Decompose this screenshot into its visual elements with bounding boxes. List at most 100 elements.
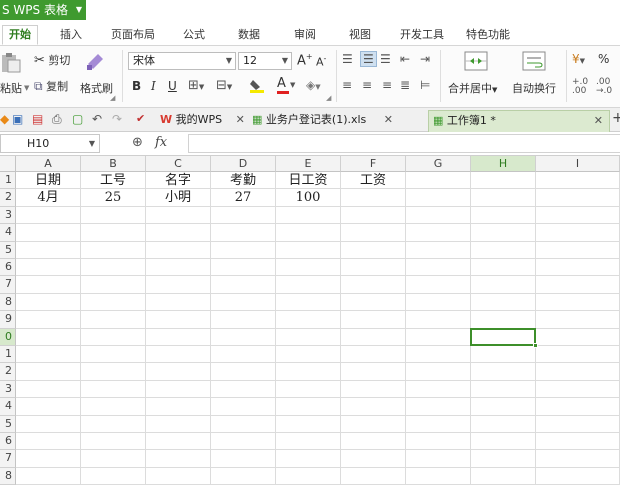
align-bottom-icon[interactable]: ☰ (380, 52, 391, 66)
cell-F13[interactable] (341, 380, 406, 399)
cell-I1[interactable] (536, 172, 620, 190)
cell-A1[interactable]: 日期 (16, 172, 81, 190)
cell-D13[interactable] (211, 380, 276, 399)
cell-D6[interactable] (211, 259, 276, 277)
cell-B7[interactable] (81, 276, 146, 294)
column-header-D[interactable]: D (211, 156, 276, 172)
cell-E7[interactable] (276, 276, 341, 294)
cell-E14[interactable] (276, 398, 341, 416)
customize-toolbar-icon[interactable]: ✔ (136, 112, 145, 125)
cell-D12[interactable] (211, 363, 276, 381)
cell-F16[interactable] (341, 433, 406, 451)
wrap-text-button[interactable]: 自动换行 (512, 80, 556, 96)
cell-A7[interactable] (16, 276, 81, 294)
cell-B5[interactable] (81, 241, 146, 259)
zoom-search-icon[interactable]: ⊕ (132, 135, 143, 150)
cell-A8[interactable] (16, 293, 81, 312)
cell-C12[interactable] (146, 363, 211, 381)
cell-G4[interactable] (406, 224, 471, 242)
font-color-icon[interactable]: A (277, 76, 289, 94)
cell-E13[interactable] (276, 380, 341, 399)
select-all-corner[interactable] (0, 156, 16, 172)
fill-color-icon[interactable] (248, 76, 270, 97)
merge-center-button[interactable]: 合并居中▼ (448, 80, 497, 96)
cell-H12[interactable] (471, 363, 536, 381)
cell-D7[interactable] (211, 276, 276, 294)
cell-F3[interactable] (341, 206, 406, 225)
italic-icon[interactable]: I (151, 79, 156, 93)
cell-I5[interactable] (536, 241, 620, 259)
cell-I2[interactable] (536, 189, 620, 207)
decrease-decimal-icon[interactable]: .00 →.0 (596, 78, 612, 96)
cell-D2[interactable]: 27 (211, 189, 276, 207)
cell-E16[interactable] (276, 433, 341, 451)
cell-B4[interactable] (81, 224, 146, 242)
save-icon[interactable]: ▣ (12, 112, 23, 126)
row-header[interactable]: 2 (0, 189, 16, 207)
cell-I12[interactable] (536, 363, 620, 381)
cell-D9[interactable] (211, 311, 276, 329)
cell-E3[interactable] (276, 206, 341, 225)
export-pdf-icon[interactable]: ▤ (32, 112, 43, 126)
spreadsheet-grid[interactable]: A B C D E F G H I 1 日期 工号 名字 考勤 日工资 工资 2 4月 25 小明 27 100 3 4 5 6 7… (0, 156, 620, 486)
cell-A15[interactable] (16, 415, 81, 433)
cell-B3[interactable] (81, 206, 146, 225)
cell-H1[interactable] (471, 172, 536, 190)
row-header[interactable]: 4 (0, 398, 16, 416)
cell-A9[interactable] (16, 311, 81, 329)
merge-center-icon[interactable] (464, 50, 488, 75)
cell-I10[interactable] (536, 328, 620, 346)
cell-I4[interactable] (536, 224, 620, 242)
cell-H13[interactable] (471, 380, 536, 399)
cell-F17[interactable] (341, 450, 406, 468)
cell-H10[interactable] (471, 328, 536, 346)
cell-B11[interactable] (81, 346, 146, 364)
cell-H15[interactable] (471, 415, 536, 433)
row-header[interactable]: 8 (0, 467, 16, 486)
cell-E11[interactable] (276, 346, 341, 364)
cell-H18[interactable] (471, 467, 536, 486)
cell-C10[interactable] (146, 328, 211, 346)
cell-G9[interactable] (406, 311, 471, 329)
cell-A12[interactable] (16, 363, 81, 381)
redo-icon[interactable]: ↷ (112, 112, 122, 126)
cell-G14[interactable] (406, 398, 471, 416)
tab-data[interactable]: 数据 (238, 26, 260, 46)
copy-button[interactable]: ⧉ 复制 (34, 78, 68, 94)
cell-D18[interactable] (211, 467, 276, 486)
tab-special-features[interactable]: 特色功能 (466, 26, 510, 46)
cell-F6[interactable] (341, 259, 406, 277)
cell-A11[interactable] (16, 346, 81, 364)
cell-I15[interactable] (536, 415, 620, 433)
cell-E4[interactable] (276, 224, 341, 242)
cell-G12[interactable] (406, 363, 471, 381)
cell-C13[interactable] (146, 380, 211, 399)
name-box[interactable]: H10 ▼ (0, 134, 100, 153)
cell-B8[interactable] (81, 293, 146, 312)
launcher-icon[interactable]: ◢ (326, 94, 331, 102)
cell-I16[interactable] (536, 433, 620, 451)
cell-A5[interactable] (16, 241, 81, 259)
cell-G8[interactable] (406, 293, 471, 312)
cell-F7[interactable] (341, 276, 406, 294)
tab-page-layout[interactable]: 页面布局 (111, 26, 155, 46)
cell-G10[interactable] (406, 328, 471, 346)
cell-F15[interactable] (341, 415, 406, 433)
cell-B2[interactable]: 25 (81, 189, 146, 207)
tab-insert[interactable]: 插入 (60, 26, 82, 46)
cell-I18[interactable] (536, 467, 620, 486)
column-header-B[interactable]: B (81, 156, 146, 172)
indent-decrease-icon[interactable]: ⇤ (400, 52, 410, 66)
cell-B15[interactable] (81, 415, 146, 433)
increase-font-icon[interactable]: A+ (297, 52, 313, 68)
cell-F9[interactable] (341, 311, 406, 329)
column-header-C[interactable]: C (146, 156, 211, 172)
cell-G3[interactable] (406, 206, 471, 225)
cut-button[interactable]: ✂ 剪切 (34, 52, 70, 68)
cell-C9[interactable] (146, 311, 211, 329)
doc-tab-registration-xls[interactable]: ▦ 业务户登记表(1).xls ✕ (248, 110, 393, 132)
cell-C14[interactable] (146, 398, 211, 416)
cell-H8[interactable] (471, 293, 536, 312)
cell-A14[interactable] (16, 398, 81, 416)
cell-H17[interactable] (471, 450, 536, 468)
